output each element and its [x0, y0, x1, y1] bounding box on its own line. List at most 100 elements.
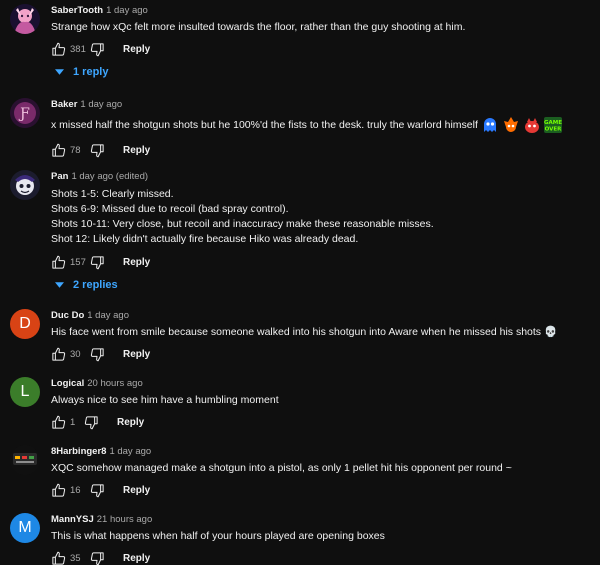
comment-meta: Duc Do 1 day ago [51, 309, 592, 322]
like-count: 157 [70, 256, 86, 268]
caret-down-icon [55, 69, 64, 75]
reply-button[interactable]: Reply [123, 44, 150, 55]
comment-meta: Baker 1 day ago [51, 98, 592, 111]
like-count: 381 [70, 43, 86, 55]
thumbs-down-icon [90, 143, 104, 157]
author-name[interactable]: Pan [51, 171, 68, 182]
thumbs-down-icon [84, 415, 98, 429]
thumbs-up-icon [52, 415, 66, 429]
comment-actions: 16 Reply [51, 482, 592, 498]
author-name[interactable]: SaberTooth [51, 5, 103, 16]
comment-text: XQC somehow managed make a shotgun into … [51, 462, 512, 474]
thumbs-down-icon [90, 347, 104, 361]
author-name[interactable]: MannYSJ [51, 514, 94, 525]
avatar[interactable] [10, 4, 40, 34]
comment-actions: 35 Reply [51, 550, 592, 565]
author-name[interactable]: Duc Do [51, 310, 84, 321]
comment-time[interactable]: 21 hours ago [97, 514, 152, 525]
comment-meta: SaberTooth 1 day ago [51, 4, 592, 17]
comment-time[interactable]: 1 day ago [87, 310, 129, 321]
like-button[interactable] [51, 551, 66, 565]
avatar-letter: M [18, 519, 32, 536]
comment-time[interactable]: 20 hours ago [87, 378, 142, 389]
like-button[interactable] [51, 255, 66, 270]
thumbs-up-icon [52, 255, 66, 269]
reply-button[interactable]: Reply [123, 485, 150, 496]
svg-text:GAME: GAME [544, 120, 562, 126]
view-replies-button[interactable]: 2 replies [55, 279, 592, 291]
comment-text-content: x missed half the shotgun shots but he 1… [51, 118, 478, 131]
like-count: 1 [70, 416, 76, 428]
comment-text-line: Shots 1-5: Clearly missed. [51, 188, 174, 200]
author-name[interactable]: Logical [51, 378, 84, 389]
like-count: 30 [70, 348, 81, 360]
comment-text: His face went from smile because someone… [51, 326, 558, 338]
comment-meta: MannYSJ 21 hours ago [51, 513, 592, 526]
thumbs-up-icon [52, 483, 66, 497]
author-name[interactable]: 8Harbinger8 [51, 446, 106, 457]
red-creature-emote-icon [523, 116, 541, 134]
replies-label: 2 replies [73, 279, 118, 291]
avatar[interactable]: Ƒ [10, 98, 40, 128]
comment-actions: 381 Reply [51, 41, 592, 57]
avatar[interactable] [10, 170, 40, 200]
thumbs-down-icon [90, 42, 104, 56]
comment-text: Shots 1-5: Clearly missed. Shots 6-9: Mi… [51, 187, 592, 247]
like-count: 35 [70, 552, 81, 564]
reply-button[interactable]: Reply [123, 145, 150, 156]
comment-text-line: Shot 12: Likely didn't actually fire bec… [51, 233, 359, 245]
dislike-button[interactable] [90, 42, 105, 57]
comment-time[interactable]: 1 day ago (edited) [71, 171, 148, 182]
dislike-button[interactable] [90, 551, 105, 565]
like-count: 16 [70, 484, 81, 496]
reply-button[interactable]: Reply [123, 553, 150, 564]
comment-time[interactable]: 1 day ago [106, 5, 148, 16]
avatar[interactable] [10, 445, 40, 475]
thumbs-down-icon [90, 255, 104, 269]
thumbs-up-icon [52, 551, 66, 565]
svg-text:OVER: OVER [545, 127, 562, 133]
view-replies-button[interactable]: 1 reply [55, 66, 592, 78]
comment-time[interactable]: 1 day ago [109, 446, 151, 457]
dislike-button[interactable] [90, 347, 105, 362]
harbinger-avatar-icon [10, 445, 40, 475]
comment-text: x missed half the shotgun shots but he 1… [51, 116, 592, 134]
avatar[interactable]: M [10, 513, 40, 543]
like-button[interactable] [51, 42, 66, 57]
like-count: 78 [70, 144, 81, 156]
avatar-letter: L [20, 383, 30, 400]
reply-button[interactable]: Reply [117, 417, 144, 428]
comment-meta: Logical 20 hours ago [51, 377, 592, 390]
saber-avatar-icon [10, 4, 40, 34]
like-button[interactable] [51, 347, 66, 362]
comment-actions: 1 Reply [51, 414, 592, 430]
dislike-button[interactable] [90, 143, 105, 158]
avatar[interactable]: L [10, 377, 40, 407]
comment-actions: 30 Reply [51, 346, 592, 362]
comment-meta: Pan 1 day ago (edited) [51, 170, 592, 183]
reply-button[interactable]: Reply [123, 349, 150, 360]
avatar-letter: D [19, 315, 31, 332]
like-button[interactable] [51, 143, 66, 158]
thumbs-up-icon [52, 347, 66, 361]
replies-label: 1 reply [73, 66, 109, 78]
caret-down-icon [55, 282, 64, 288]
svg-text:Ƒ: Ƒ [18, 106, 30, 122]
dislike-button[interactable] [84, 415, 99, 430]
comment-time[interactable]: 1 day ago [80, 99, 122, 110]
dislike-button[interactable] [90, 255, 105, 270]
like-button[interactable] [51, 415, 66, 430]
fire-creature-emote-icon [502, 116, 520, 134]
author-name[interactable]: Baker [51, 99, 77, 110]
dislike-button[interactable] [90, 483, 105, 498]
reply-button[interactable]: Reply [123, 257, 150, 268]
comment-text: Always nice to see him have a humbling m… [51, 394, 279, 406]
comment-text-line: Shots 6-9: Missed due to recoil (bad spr… [51, 203, 289, 215]
thumbs-up-icon [52, 42, 66, 56]
pan-avatar-icon [10, 170, 40, 200]
comment-meta: 8Harbinger8 1 day ago [51, 445, 592, 458]
comment-actions: 78 Reply [51, 142, 592, 158]
avatar[interactable]: D [10, 309, 40, 339]
game-over-emote-icon: GAME OVER [543, 116, 562, 134]
like-button[interactable] [51, 483, 66, 498]
